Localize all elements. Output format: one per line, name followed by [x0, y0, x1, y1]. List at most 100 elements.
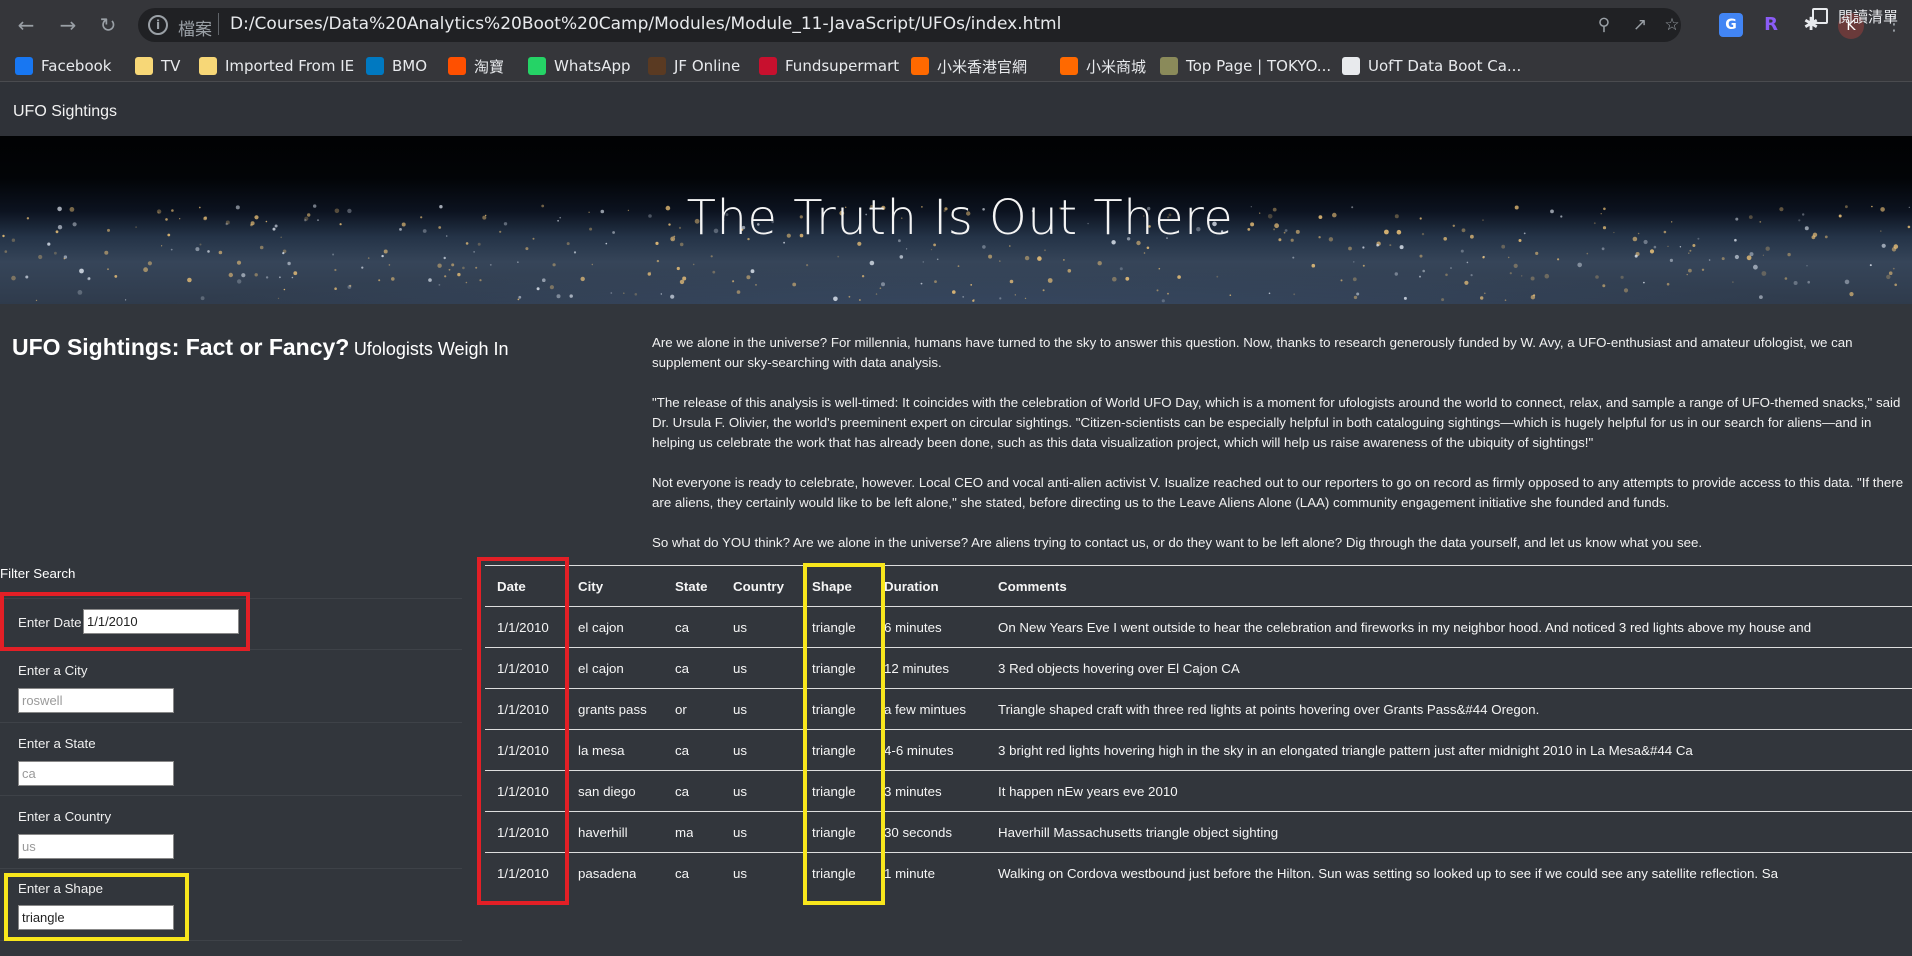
table-header-cell[interactable]: State: [675, 566, 708, 607]
bookmark-label: Imported From IE: [225, 57, 355, 75]
bookmark-label: 小米商城: [1086, 57, 1147, 76]
forward-arrow-icon[interactable]: →: [54, 11, 82, 39]
table-cell: It happen nEw years eve 2010: [998, 784, 1178, 799]
table-cell: us: [733, 743, 748, 758]
table-row: 1/1/2010 san diego ca us triangle 3 minutes It…: [485, 770, 1912, 811]
city-label: Enter a City: [18, 663, 88, 678]
article-paragraph: So what do YOU think? Are we alone in th…: [652, 535, 1703, 550]
reading-list-label: 閱讀清單: [1838, 7, 1899, 26]
table-cell: On New Years Eve I went outside to hear …: [998, 620, 1812, 635]
folder-icon: [135, 57, 153, 75]
article-subtitle: Ufologists Weigh In: [353, 339, 509, 359]
article-heading: UFO Sightings: Fact or Fancy? Ufologists…: [12, 334, 509, 361]
bookmark-item[interactable]: WhatsApp: [528, 55, 631, 77]
filter-search-title: Filter Search: [0, 566, 76, 581]
bookmark-label: UofT Data Boot Ca...: [1368, 57, 1522, 75]
table-header-row: Date City State Country Shape Duration Comment…: [485, 565, 1912, 606]
address-bar[interactable]: i 檔案 D:/Courses/Data%20Analytics%20Boot%…: [138, 8, 1681, 42]
address-divider: [218, 13, 219, 35]
table-cell: 6 minutes: [884, 620, 942, 635]
page-navbar: UFO Sightings: [0, 82, 1912, 136]
table-cell: ca: [675, 661, 690, 676]
article-paragraph: Are we alone in the universe? For millen…: [652, 335, 1853, 370]
table-cell: pasadena: [578, 866, 637, 881]
date-filter-highlight: [0, 592, 250, 651]
article-paragraph: Not everyone is ready to celebrate, howe…: [652, 475, 1904, 510]
article-body: Are we alone in the universe? For millen…: [652, 333, 1904, 573]
bookmark-item[interactable]: Top Page | TOKYO...: [1160, 55, 1331, 77]
bookmark-label: BMO: [392, 57, 428, 75]
mi-icon: [911, 57, 929, 75]
table-header-cell[interactable]: Country: [733, 566, 784, 607]
table-cell: Haverhill Massachusetts triangle object …: [998, 825, 1279, 840]
bookmark-item[interactable]: Facebook: [15, 55, 111, 77]
table-cell: 4-6 minutes: [884, 743, 954, 758]
hero-title: The Truth Is Out There: [686, 190, 1234, 246]
folder-icon: [199, 57, 217, 75]
table-cell: el cajon: [578, 620, 624, 635]
bookmark-item[interactable]: 小米香港官網: [911, 55, 1027, 77]
bookmark-label: TV: [161, 57, 181, 75]
table-cell: el cajon: [578, 661, 624, 676]
bookmark-label: Facebook: [41, 57, 112, 75]
mi-icon: [1060, 57, 1078, 75]
bookmark-item[interactable]: 淘寶: [448, 55, 504, 77]
jpm-icon: [648, 57, 666, 75]
bookmarks-bar: Facebook TV Imported From IE BMO 淘寶 WhatsApp J…: [0, 50, 1912, 82]
table-cell: ca: [675, 866, 690, 881]
table-row: 1/1/2010 pasadena ca us triangle 1 minute Walk…: [485, 852, 1912, 893]
info-icon[interactable]: i: [148, 15, 168, 35]
table-row: 1/1/2010 la mesa ca us triangle 4-6 minutes 3 …: [485, 729, 1912, 770]
bookmark-item[interactable]: BMO: [366, 55, 427, 77]
url-text[interactable]: D:/Courses/Data%20Analytics%20Boot%20Cam…: [230, 14, 1061, 34]
table-cell: Walking on Cordova westbound just before…: [998, 866, 1779, 881]
date-column-highlight: [477, 557, 569, 905]
facebook-icon: [15, 57, 33, 75]
table-cell: grants pass: [578, 702, 647, 717]
bookmark-label: Top Page | TOKYO...: [1186, 57, 1332, 75]
whatsapp-icon: [528, 57, 546, 75]
back-arrow-icon[interactable]: ←: [12, 11, 40, 39]
table-cell: us: [733, 866, 748, 881]
r-extension-icon[interactable]: R: [1759, 13, 1783, 37]
bookmark-item[interactable]: UofT Data Boot Ca...: [1342, 55, 1521, 77]
share-icon[interactable]: ↗: [1630, 15, 1650, 35]
table-header-cell[interactable]: Duration: [884, 566, 939, 607]
bookmark-item[interactable]: Imported From IE: [199, 55, 354, 77]
taobao-icon: [448, 57, 466, 75]
bookmark-item[interactable]: Fundsupermart: [759, 55, 899, 77]
browser-toolbar: ← → ↻ i 檔案 D:/Courses/Data%20Analytics%2…: [0, 0, 1912, 50]
globe-icon: [1342, 57, 1360, 75]
hero-banner: The Truth Is Out There: [0, 136, 1912, 304]
table-row: 1/1/2010 el cajon ca us triangle 6 minutes On …: [485, 606, 1912, 647]
filter-country-group: Enter a Country: [0, 795, 462, 868]
filter-state-group: Enter a State: [0, 722, 462, 795]
bookmark-label: 小米香港官網: [937, 57, 1028, 76]
bookmark-star-icon[interactable]: ☆: [1662, 15, 1682, 35]
fsm-icon: [759, 57, 777, 75]
bookmark-item[interactable]: JF Online: [648, 55, 740, 77]
bookmark-item[interactable]: 小米商城: [1060, 55, 1146, 77]
article-title: UFO Sightings: Fact or Fancy?: [12, 334, 350, 360]
table-cell: haverhill: [578, 825, 628, 840]
article-paragraph: "The release of this analysis is well-ti…: [652, 395, 1901, 450]
table-cell: ca: [675, 784, 690, 799]
zoom-icon[interactable]: ⚲: [1594, 15, 1614, 35]
navbar-brand[interactable]: UFO Sightings: [13, 103, 117, 121]
table-cell: or: [675, 702, 687, 717]
state-input[interactable]: [18, 761, 174, 786]
translate-extension-icon[interactable]: G: [1719, 13, 1743, 37]
country-input[interactable]: [18, 834, 174, 859]
reading-list-button[interactable]: 閱讀清單: [1812, 5, 1898, 27]
bookmark-item[interactable]: TV: [135, 55, 180, 77]
reload-icon[interactable]: ↻: [94, 11, 122, 39]
table-cell: 1 minute: [884, 866, 935, 881]
country-label: Enter a Country: [18, 809, 112, 824]
reading-list-icon: [1812, 8, 1828, 24]
table-header-cell[interactable]: Comments: [998, 566, 1067, 607]
table-cell: ma: [675, 825, 694, 840]
table-row: 1/1/2010 el cajon ca us triangle 12 minutes 3 …: [485, 647, 1912, 688]
city-input[interactable]: [18, 688, 174, 713]
table-header-cell[interactable]: City: [578, 566, 603, 607]
table-cell: us: [733, 661, 748, 676]
